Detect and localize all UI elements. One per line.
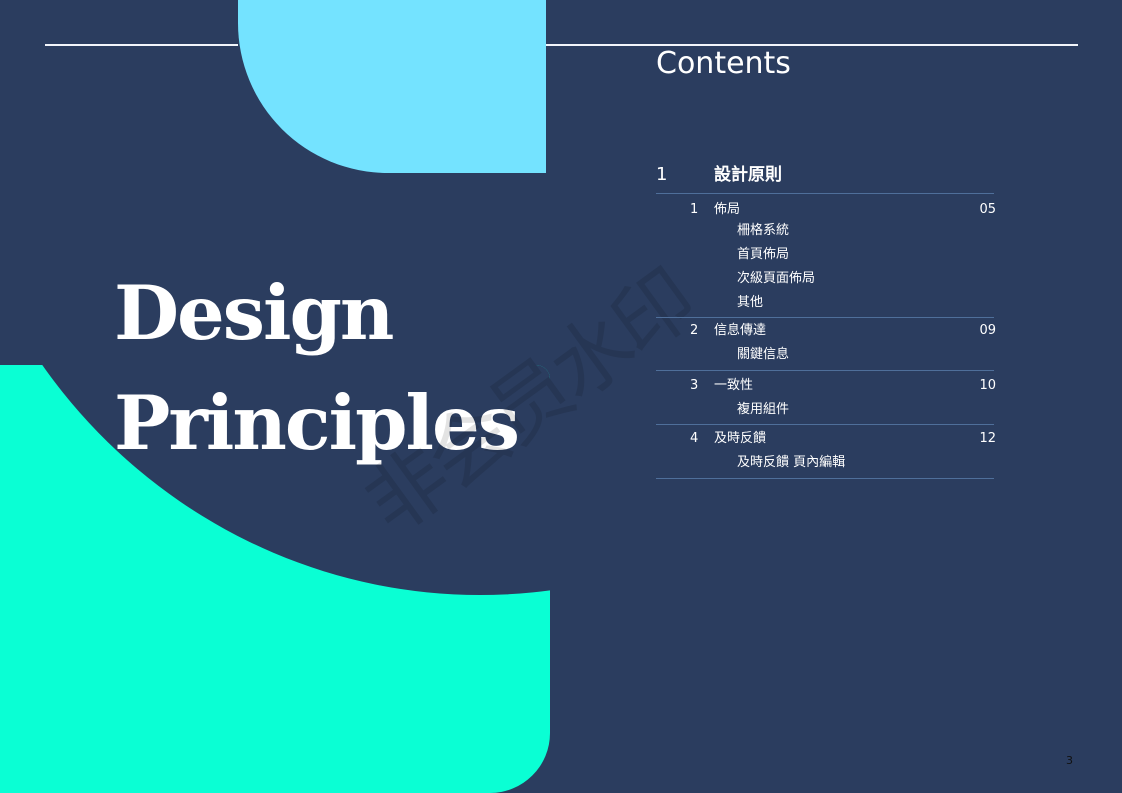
cyan-accent-shape bbox=[238, 0, 546, 173]
toc-item-number: 4 bbox=[690, 431, 699, 446]
section-title: 設計原則 bbox=[714, 165, 782, 185]
toc-item-page: 12 bbox=[979, 431, 996, 446]
toc-divider bbox=[656, 478, 994, 479]
toc-divider bbox=[656, 193, 994, 194]
page-number: 3 bbox=[1066, 754, 1073, 767]
toc-item-label[interactable]: 佈局 bbox=[714, 201, 740, 219]
section-number: 1 bbox=[656, 164, 668, 185]
contents-heading: Contents bbox=[656, 46, 791, 81]
top-rule-left bbox=[45, 44, 238, 46]
toc-item-label[interactable]: 及時反饋 bbox=[714, 430, 766, 448]
toc-divider bbox=[656, 370, 994, 371]
toc-subitem[interactable]: 柵格系統 bbox=[737, 222, 789, 240]
toc-item-label[interactable]: 一致性 bbox=[714, 377, 753, 395]
toc-item-number: 2 bbox=[690, 323, 699, 338]
toc-item-page: 05 bbox=[979, 202, 996, 217]
toc-subitem[interactable]: 關鍵信息 bbox=[737, 346, 789, 364]
toc-divider bbox=[656, 424, 994, 425]
top-rule-right bbox=[546, 44, 1078, 46]
toc-item-page: 10 bbox=[979, 378, 996, 393]
toc-item-label[interactable]: 信息傳達 bbox=[714, 322, 766, 340]
title-line-design: Design bbox=[114, 269, 394, 357]
toc-item-number: 3 bbox=[690, 378, 699, 393]
toc-subitem[interactable]: 其他 bbox=[737, 294, 763, 312]
toc-subitem[interactable]: 次級頁面佈局 bbox=[737, 270, 815, 288]
toc-subitem[interactable]: 及時反饋 頁內編輯 bbox=[737, 454, 845, 472]
toc-item-page: 09 bbox=[979, 323, 996, 338]
toc-item-number: 1 bbox=[690, 202, 699, 217]
toc-subitem[interactable]: 首頁佈局 bbox=[737, 246, 789, 264]
toc-divider bbox=[656, 317, 994, 318]
toc-subitem[interactable]: 複用組件 bbox=[737, 401, 789, 419]
